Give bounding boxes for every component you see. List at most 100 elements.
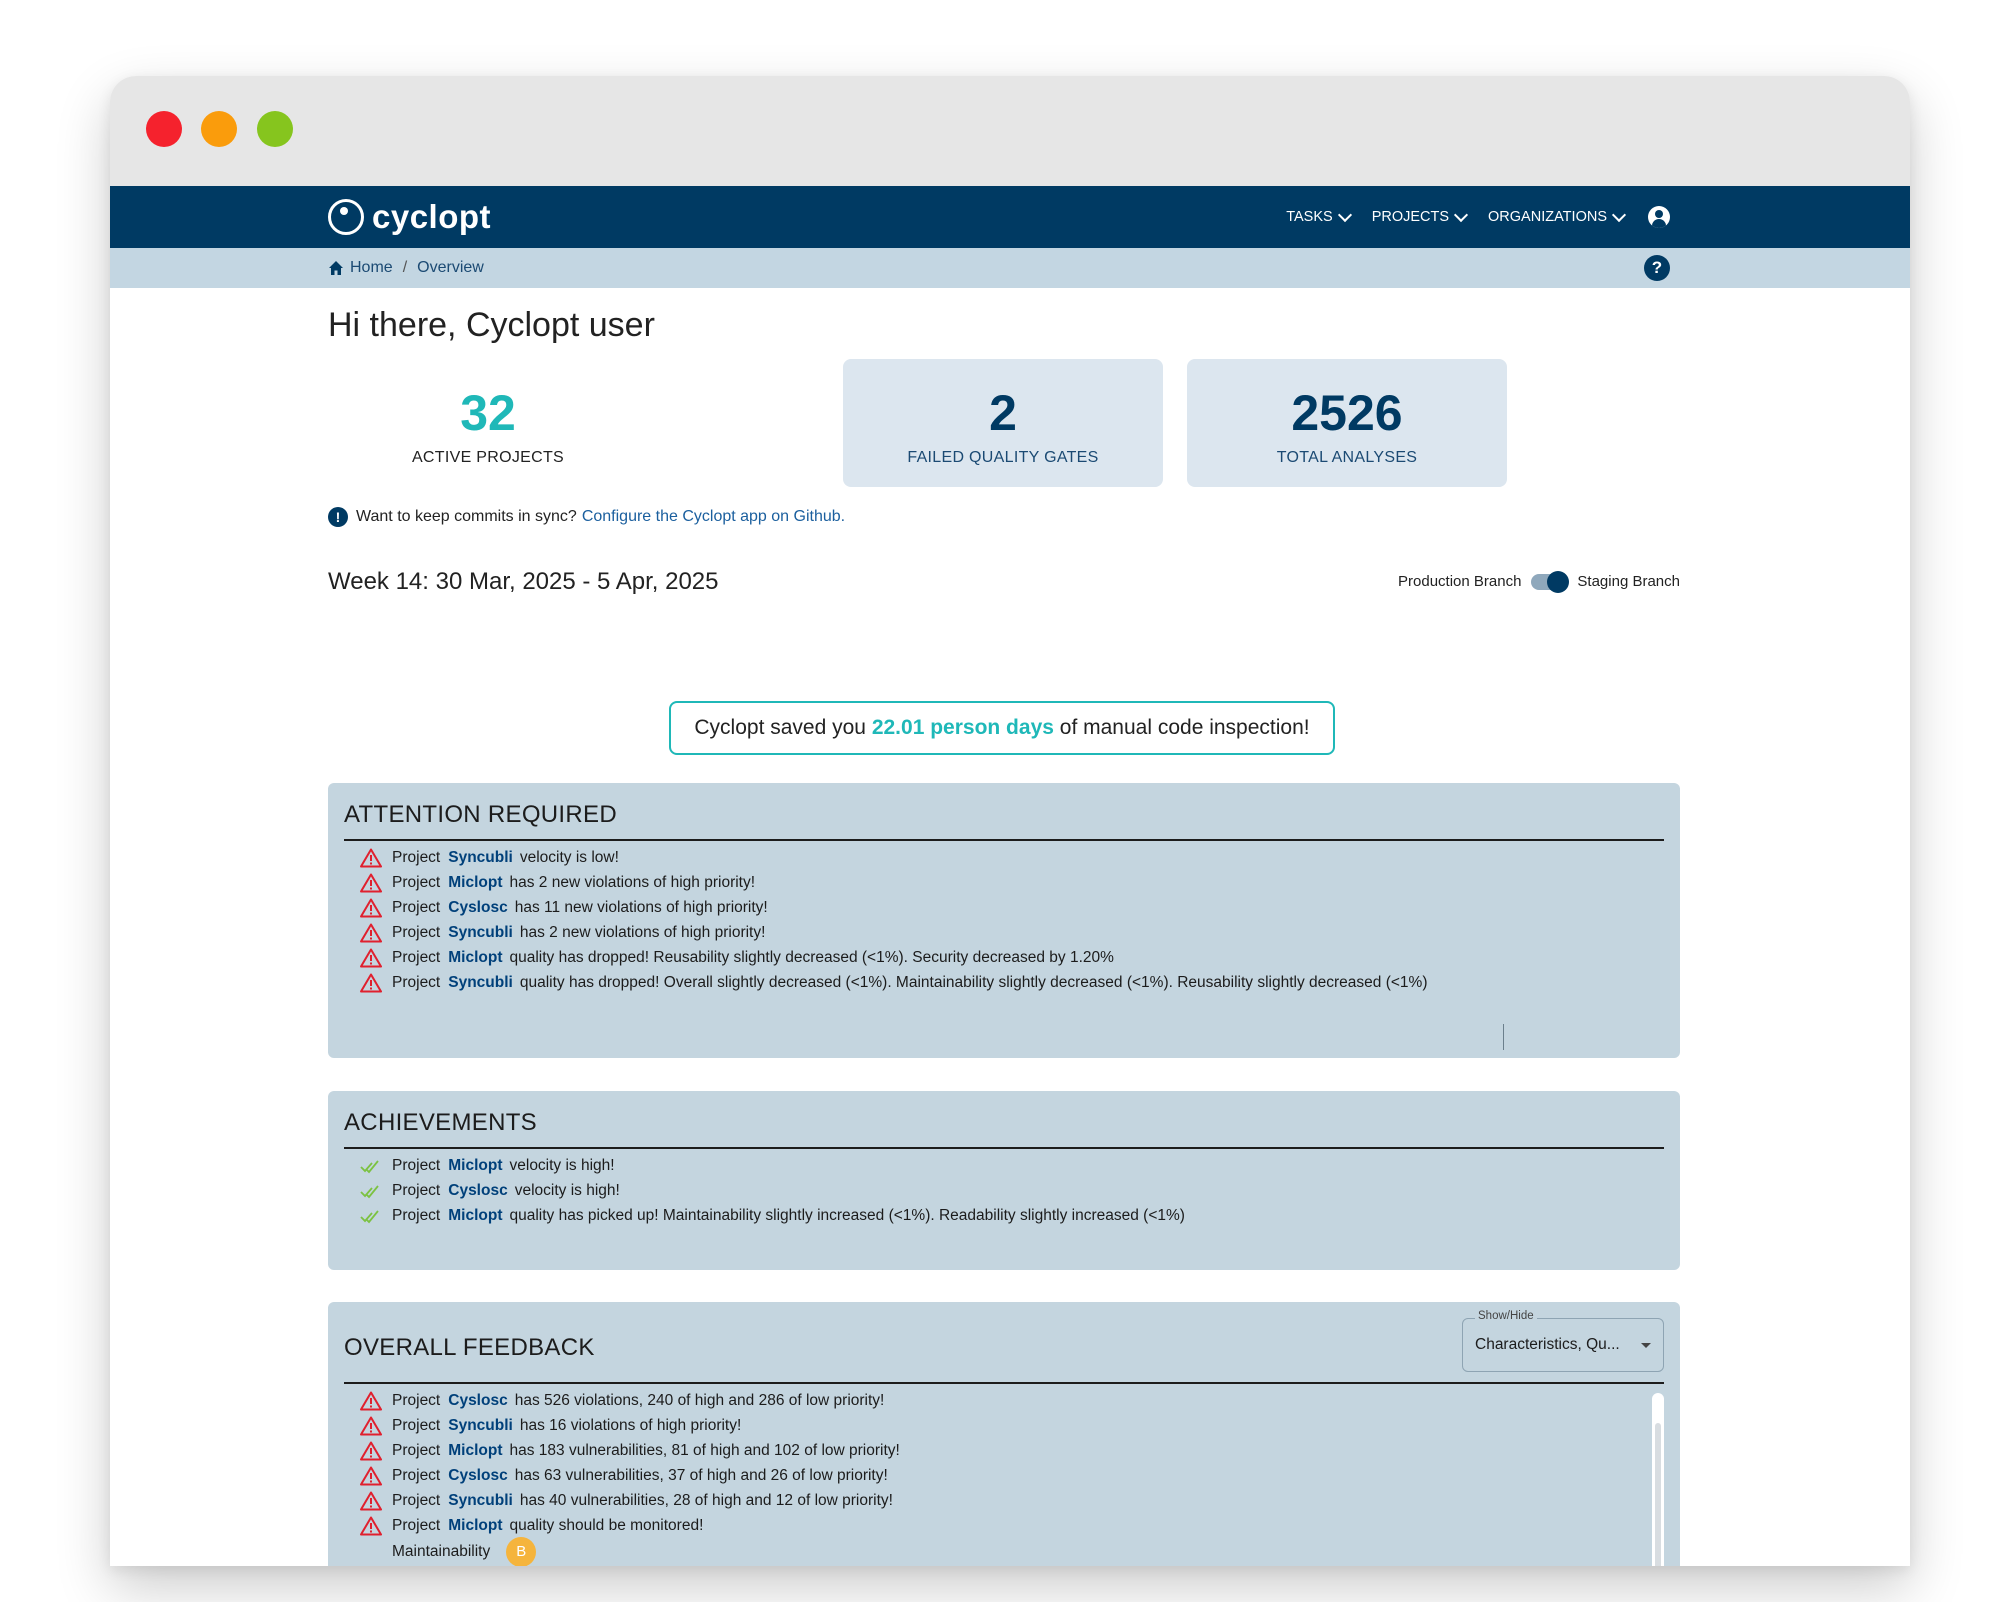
cyclopt-logo-icon (328, 199, 364, 235)
browser-window: cyclopt TASKS PROJECTS ORGANIZATIONS Hom… (110, 76, 1910, 1566)
show-hide-select[interactable]: Show/Hide Characteristics, Qu... (1462, 1310, 1664, 1372)
breadcrumb-home[interactable]: Home (350, 259, 393, 277)
stat-value: 2526 (1291, 385, 1403, 441)
item-text: has 526 violations, 240 of high and 286 … (514, 1392, 885, 1409)
panel-divider (344, 1147, 1664, 1149)
project-link[interactable]: Miclopt (448, 1157, 502, 1175)
week-range: 30 Mar, 2025 - 5 Apr, 2025 (435, 568, 719, 595)
project-link[interactable]: Miclopt (448, 1207, 502, 1225)
item-text: has 183 vulnerabilities, 81 of high and … (509, 1442, 900, 1459)
project-link[interactable]: Miclopt (448, 874, 502, 892)
panel-title: OVERALL FEEDBACK (344, 1334, 595, 1361)
item-prefix: Project (392, 1392, 441, 1409)
item-prefix: Project (392, 1417, 441, 1434)
warning-icon (360, 948, 382, 968)
maximize-window-button[interactable] (257, 111, 293, 147)
warning-icon (360, 873, 382, 893)
nav-projects-label: PROJECTS (1371, 209, 1450, 225)
list-item: Project Miclopt quality has dropped! Reusa… (360, 944, 1114, 972)
stat-card-active-projects[interactable]: 32 ACTIVE PROJECTS (328, 359, 648, 487)
breadcrumb-current[interactable]: Overview (417, 259, 484, 277)
panel-divider (344, 839, 1664, 841)
item-prefix: Project (392, 924, 441, 941)
window-titlebar (110, 76, 1910, 186)
item-text: has 63 vulnerabilities, 37 of high and 2… (514, 1467, 888, 1484)
list-item: Project Miclopt quality should be monitore… (360, 1512, 703, 1540)
user-account-icon[interactable] (1648, 206, 1670, 228)
attention-required-panel: ATTENTION REQUIRED Project Syncubli veloci… (328, 783, 1680, 1058)
chevron-down-icon (1611, 207, 1627, 222)
week-heading: Week 14: 30 Mar, 2025 - 5 Apr, 2025 (328, 568, 719, 596)
nav-organizations-label: ORGANIZATIONS (1488, 209, 1607, 225)
stat-card-failed-quality-gates[interactable]: 2 FAILED QUALITY GATES (843, 359, 1163, 487)
project-link[interactable]: Syncubli (448, 1492, 513, 1510)
warning-icon (360, 1516, 382, 1536)
nav-organizations[interactable]: ORGANIZATIONS (1488, 207, 1627, 225)
logo-text: cyclopt (372, 198, 492, 235)
breadcrumb: Home / Overview (328, 248, 484, 288)
item-text: quality has dropped! Overall slightly de… (519, 974, 1428, 991)
project-link[interactable]: Cyslosc (448, 1467, 507, 1485)
project-link[interactable]: Cyslosc (448, 899, 507, 917)
item-text: quality has picked up! Maintainability s… (509, 1207, 1185, 1224)
sync-note-text: Want to keep commits in sync? (356, 508, 577, 525)
project-link[interactable]: Miclopt (448, 949, 502, 967)
select-label: Show/Hide (1475, 1310, 1537, 1322)
chevron-down-icon (1453, 207, 1469, 222)
item-text: has 11 new violations of high priority! (514, 899, 768, 916)
item-text: has 40 vulnerabilities, 28 of high and 1… (519, 1492, 893, 1509)
home-icon[interactable] (328, 260, 344, 276)
nav-tasks-label: TASKS (1286, 209, 1333, 225)
project-link[interactable]: Syncubli (448, 974, 513, 992)
stat-card-total-analyses[interactable]: 2526 TOTAL ANALYSES (1187, 359, 1507, 487)
item-prefix: Project (392, 899, 441, 916)
list-item: Project Cyslosc has 11 new violations of h… (360, 894, 768, 922)
grade-badge: B (506, 1537, 537, 1566)
item-text: velocity is high! (514, 1182, 620, 1199)
item-prefix: Project (392, 1182, 441, 1199)
item-text: has 2 new violations of high priority! (519, 924, 766, 941)
breadcrumb-separator: / (402, 259, 408, 276)
list-item: Project Cyslosc has 63 vulnerabilities, 37… (360, 1462, 888, 1490)
stat-label: FAILED QUALITY GATES (907, 449, 1099, 466)
project-link[interactable]: Syncubli (448, 849, 513, 867)
production-branch-label: Production Branch (1398, 573, 1522, 590)
list-item: Project Syncubli has 40 vulnerabilities, 2… (360, 1487, 893, 1515)
project-link[interactable]: Cyslosc (448, 1182, 507, 1200)
item-prefix: Project (392, 949, 441, 966)
sync-note: ! Want to keep commits in sync? Configur… (328, 506, 845, 528)
double-check-icon (360, 1156, 382, 1176)
nav-projects[interactable]: PROJECTS (1371, 207, 1469, 225)
minimize-window-button[interactable] (201, 111, 237, 147)
item-prefix: Project (392, 1467, 441, 1484)
project-link[interactable]: Miclopt (448, 1442, 502, 1460)
saved-prefix: Cyclopt saved you (694, 716, 866, 739)
close-window-button[interactable] (146, 111, 182, 147)
warning-icon (360, 973, 382, 993)
project-link[interactable]: Miclopt (448, 1517, 502, 1535)
project-link[interactable]: Cyslosc (448, 1392, 507, 1410)
item-text: has 16 violations of high priority! (519, 1417, 742, 1434)
caret-down-icon (1641, 1343, 1651, 1348)
list-item: Project Syncubli has 16 violations of high… (360, 1412, 741, 1440)
nav-tasks[interactable]: TASKS (1286, 207, 1352, 225)
warning-icon (360, 1491, 382, 1511)
warning-icon (360, 1441, 382, 1461)
item-text: velocity is low! (519, 849, 619, 866)
overall-feedback-panel: OVERALL FEEDBACK Show/Hide Characteristi… (328, 1302, 1680, 1566)
branch-switch[interactable] (1531, 570, 1570, 593)
scrollbar-thumb[interactable] (1655, 1423, 1661, 1566)
branch-toggle: Production Branch Staging Branch (1398, 570, 1680, 593)
project-link[interactable]: Syncubli (448, 1417, 513, 1435)
breadcrumb-bar: Home / Overview ? (110, 248, 1910, 288)
item-prefix: Project (392, 1442, 441, 1459)
project-link[interactable]: Syncubli (448, 924, 513, 942)
item-prefix: Project (392, 1492, 441, 1509)
list-item: Project Miclopt velocity is high! (360, 1152, 615, 1180)
staging-branch-label: Staging Branch (1577, 573, 1680, 590)
help-icon[interactable]: ? (1644, 255, 1670, 281)
warning-icon (360, 898, 382, 918)
cyclopt-logo[interactable]: cyclopt (328, 194, 491, 240)
feedback-scrollbar[interactable] (1652, 1393, 1664, 1566)
configure-github-link[interactable]: Configure the Cyclopt app on Github. (582, 508, 845, 526)
